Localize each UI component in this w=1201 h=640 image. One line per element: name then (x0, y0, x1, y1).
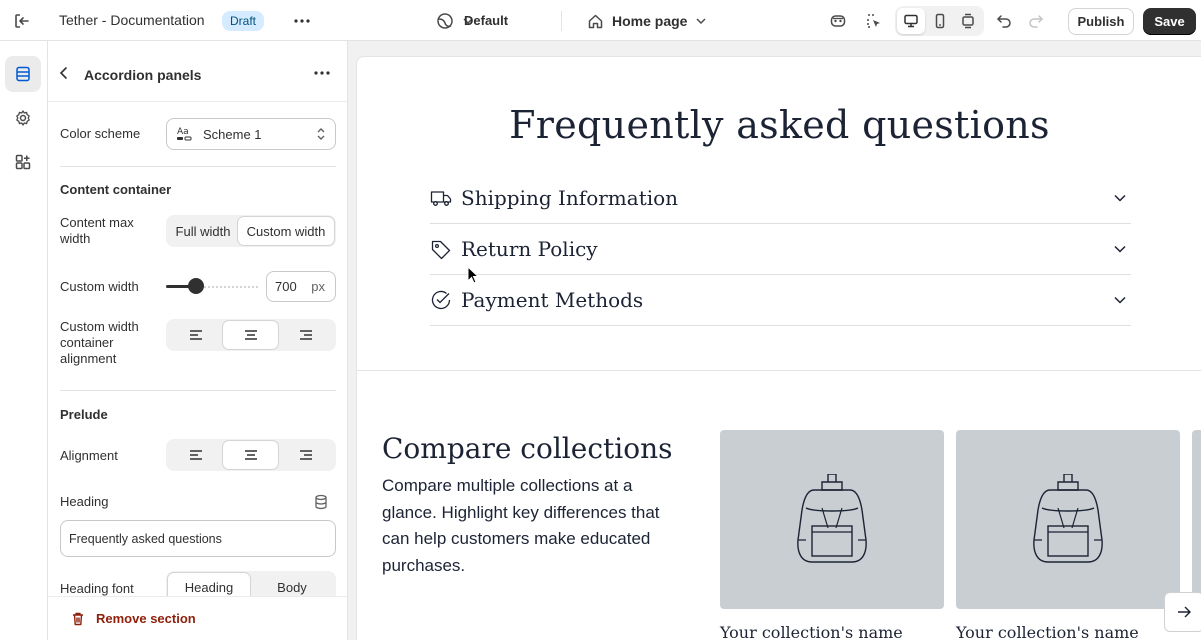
color-scheme-label: Color scheme (60, 126, 141, 141)
prelude-alignment-toggle (166, 439, 336, 471)
divider (561, 11, 562, 31)
remove-section-button[interactable]: Remove section (48, 596, 347, 640)
align-left-icon[interactable] (168, 321, 223, 349)
chevron-down-icon (1113, 242, 1127, 256)
chevron-down-icon (1113, 191, 1127, 205)
panel-title: Accordion panels (84, 67, 202, 83)
heading-font-label: Heading font (60, 581, 134, 596)
width-toggle: Full width Custom width (166, 215, 336, 247)
heading-input[interactable]: Frequently asked questions (60, 520, 336, 557)
container-alignment-toggle (166, 319, 336, 351)
heading-label: Heading (60, 494, 109, 509)
content-container-title: Content container (60, 182, 172, 197)
align-center-icon[interactable] (223, 441, 278, 469)
divider (60, 390, 336, 391)
undo-icon[interactable] (994, 11, 1014, 31)
ai-icon[interactable] (828, 11, 848, 31)
theme-icon (436, 12, 454, 30)
preview-canvas: Frequently asked questions Shipping Info… (356, 56, 1201, 640)
align-left-icon[interactable] (168, 441, 223, 469)
page-label: Home page (612, 13, 688, 29)
custom-width-slider[interactable] (188, 278, 205, 294)
divider (60, 166, 336, 167)
backpack-icon (797, 473, 867, 563)
theme-selector[interactable]: Default (436, 11, 508, 31)
more-icon[interactable] (314, 65, 334, 81)
select-chevron-icon (315, 127, 327, 141)
exit-icon[interactable] (12, 11, 32, 31)
section-divider (357, 370, 1201, 371)
scheme-swatch-icon: Aa (175, 124, 195, 144)
tag-icon (430, 238, 452, 260)
publish-button[interactable]: Publish (1068, 8, 1134, 35)
custom-width-value: 700 (275, 279, 297, 294)
compare-title: Compare collections (382, 432, 673, 465)
redo-icon[interactable] (1026, 11, 1046, 31)
compare-body: Compare multiple collections at a glance… (382, 476, 660, 575)
custom-width-unit: px (311, 279, 325, 294)
collection-name[interactable]: Your collection's name (720, 623, 903, 640)
custom-width-input[interactable]: 700 px (266, 271, 336, 302)
apps-icon[interactable] (5, 144, 41, 180)
collection-card-image[interactable] (956, 430, 1180, 609)
accordion-label: Return Policy (461, 237, 598, 261)
carousel-next-button[interactable] (1164, 592, 1201, 632)
accordion-item-payment[interactable]: Payment Methods (430, 275, 1131, 326)
arrow-right-icon (1176, 604, 1192, 620)
home-icon (587, 13, 604, 30)
store-name: Tether - Documentation (59, 12, 205, 28)
collection-card-image[interactable] (720, 430, 944, 609)
full-width-option[interactable]: Full width (168, 217, 238, 245)
settings-icon[interactable] (5, 100, 41, 136)
inspector-icon[interactable] (864, 11, 884, 31)
accordion-label: Shipping Information (461, 186, 679, 210)
status-badge: Draft (222, 11, 265, 31)
content-max-width-label: Content max width (60, 215, 134, 246)
chevron-down-icon (1113, 293, 1127, 307)
backpack-icon (1033, 473, 1103, 563)
remove-section-label: Remove section (96, 611, 196, 626)
panel-header: Accordion panels (48, 41, 347, 102)
prelude-title: Prelude (60, 407, 108, 422)
top-bar: Tether - Documentation Draft Default Hom… (0, 0, 1201, 41)
collection-card-image-partial[interactable] (1192, 430, 1201, 609)
svg-text:Aa: Aa (177, 127, 189, 137)
accordion-item-return[interactable]: Return Policy (430, 224, 1131, 275)
settings-panel: Accordion panels Color scheme Aa Scheme … (48, 41, 348, 640)
accordion-label: Payment Methods (461, 288, 644, 312)
trash-icon (70, 611, 86, 627)
faq-title: Frequently asked questions (509, 103, 1050, 147)
align-right-icon[interactable] (278, 321, 334, 349)
dynamic-source-icon[interactable] (313, 494, 329, 510)
mouse-cursor-icon (467, 266, 479, 284)
theme-label: Default (464, 13, 509, 28)
back-icon[interactable] (56, 65, 72, 81)
check-circle-icon (430, 289, 452, 311)
alignment-label: Alignment (60, 448, 118, 463)
chevron-down-icon (695, 15, 707, 27)
device-toggle (895, 6, 984, 36)
sections-icon[interactable] (5, 56, 41, 92)
accordion-item-shipping[interactable]: Shipping Information (430, 173, 1131, 224)
truck-icon (430, 187, 452, 209)
color-scheme-value: Scheme 1 (203, 126, 262, 142)
fullscreen-icon[interactable] (954, 8, 982, 34)
more-icon[interactable] (292, 11, 312, 31)
mobile-icon[interactable] (926, 8, 954, 34)
save-button[interactable]: Save (1143, 8, 1196, 35)
align-center-icon[interactable] (223, 321, 278, 349)
page-selector[interactable]: Home page (587, 11, 707, 31)
collection-name[interactable]: Your collection's name (956, 623, 1139, 640)
desktop-icon[interactable] (897, 8, 925, 34)
custom-width-label: Custom width (60, 279, 139, 294)
color-scheme-select[interactable]: Aa Scheme 1 (166, 118, 336, 150)
slider-rest (196, 286, 258, 288)
align-right-icon[interactable] (278, 441, 334, 469)
left-rail (0, 41, 48, 640)
custom-width-option[interactable]: Custom width (238, 217, 334, 245)
container-alignment-label: Custom width container alignment (60, 319, 139, 366)
